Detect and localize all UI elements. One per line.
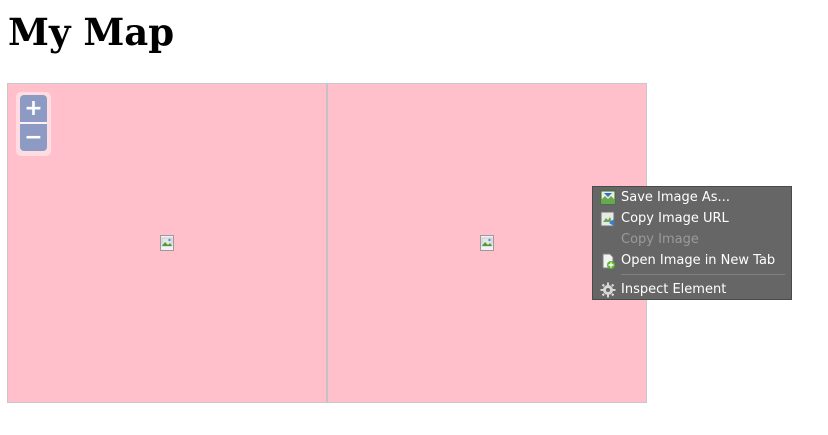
new-tab-icon [602, 253, 615, 269]
menu-item-label: Copy Image URL [621, 211, 729, 226]
save-image-icon [600, 190, 616, 204]
gear-icon [600, 282, 616, 297]
menu-item-open-image-new-tab[interactable]: Open Image in New Tab [593, 250, 791, 271]
menu-item-copy-image-url[interactable]: Copy Image URL [593, 208, 791, 229]
menu-item-label: Save Image As... [621, 190, 730, 205]
context-menu: Save Image As... Copy Image URL Copy Ima… [592, 186, 792, 300]
map-container[interactable]: + − [7, 83, 647, 403]
zoom-in-button[interactable]: + [20, 95, 47, 122]
broken-image-icon[interactable] [160, 235, 174, 251]
menu-item-copy-image: Copy Image [593, 229, 791, 250]
menu-separator [621, 274, 785, 275]
zoom-out-button[interactable]: − [20, 124, 47, 151]
menu-item-inspect-element[interactable]: Inspect Element [593, 279, 791, 300]
copy-link-icon [600, 211, 615, 226]
menu-item-label: Open Image in New Tab [621, 253, 776, 268]
broken-image-icon[interactable] [480, 235, 494, 251]
menu-item-label: Copy Image [621, 232, 699, 247]
empty-icon-slot [600, 232, 616, 248]
menu-item-save-image-as[interactable]: Save Image As... [593, 187, 791, 208]
page-title: My Map [8, 10, 175, 54]
tile-divider [326, 84, 328, 402]
zoom-control: + − [16, 92, 51, 156]
menu-item-label: Inspect Element [621, 282, 727, 297]
